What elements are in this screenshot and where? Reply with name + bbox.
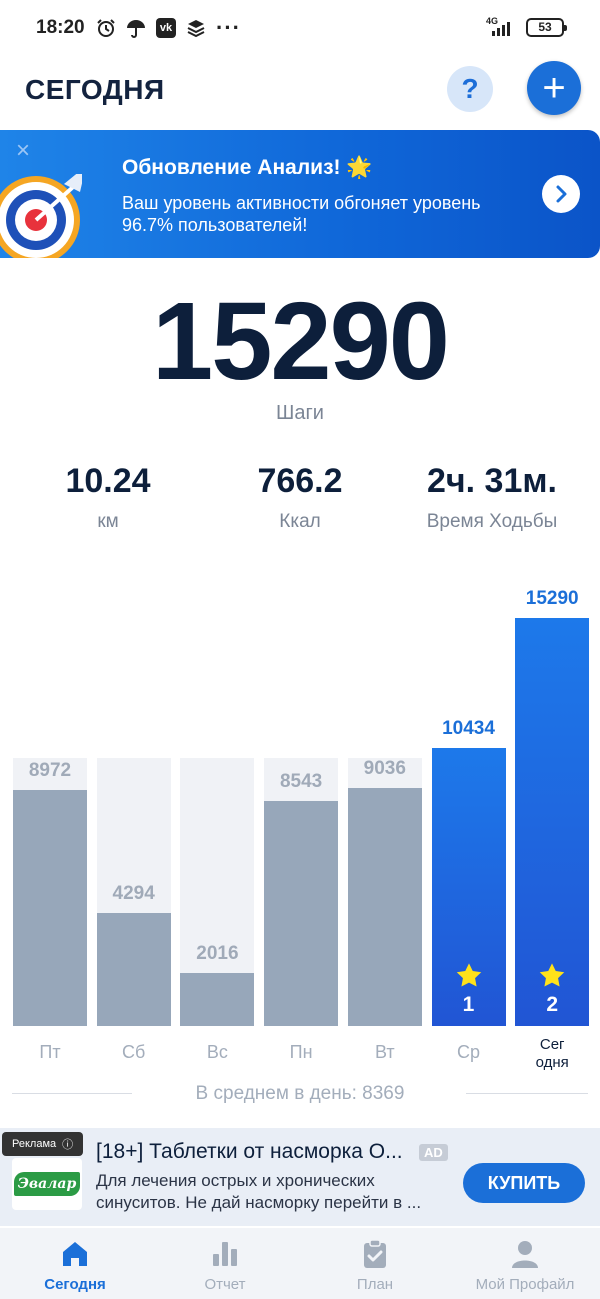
bar-value-label: 15290 bbox=[525, 588, 579, 609]
star-icon bbox=[539, 963, 565, 987]
home-icon bbox=[63, 1242, 87, 1266]
page-title: СЕГОДНЯ bbox=[25, 74, 165, 105]
info-icon[interactable]: ⓘ bbox=[62, 1136, 73, 1152]
distance-value: 10.24 bbox=[65, 462, 151, 500]
bar-column[interactable]: 15290 2 Сег одня bbox=[515, 580, 590, 1080]
day-label: Сег одня bbox=[535, 1036, 569, 1071]
walking-time-unit: Время Ходьбы bbox=[426, 511, 558, 532]
distance-unit: км bbox=[97, 511, 119, 532]
bar-column[interactable]: 10434 1 Ср bbox=[431, 580, 506, 1080]
bar-column[interactable]: 8972 Пт bbox=[13, 580, 87, 1080]
bar-value-label: 9036 bbox=[363, 758, 406, 779]
steps-bar-chart: 8972 Пт 4294 Сб 2016 Вс 8543 Пн 9036 Вт 10434 1 Ср 15… bbox=[0, 580, 600, 1080]
bar-column[interactable]: 4294 Сб bbox=[96, 580, 171, 1080]
status-right: 4G 53 bbox=[486, 16, 567, 38]
app-header: СЕГОДНЯ ? + bbox=[0, 56, 600, 126]
signal-icon: 4G bbox=[486, 16, 516, 38]
bar-value-label: 2016 bbox=[196, 943, 239, 964]
day-label: Ср bbox=[456, 1042, 480, 1062]
bar-value-label: 8972 bbox=[28, 760, 72, 781]
target-icon bbox=[0, 174, 82, 258]
bar bbox=[264, 801, 339, 1026]
status-icons: vk ··· bbox=[96, 16, 241, 40]
star-count: 2 bbox=[546, 993, 559, 1016]
help-button[interactable]: ? bbox=[447, 66, 493, 112]
walking-time-metric: 2ч. 31м. Время Ходьбы bbox=[392, 462, 592, 533]
day-label: Вс bbox=[206, 1042, 228, 1062]
bar-column[interactable]: 9036 Вт bbox=[347, 580, 422, 1080]
ad-description: Для лечения острых и хронических синусит… bbox=[96, 1171, 422, 1212]
day-label: Сб bbox=[122, 1042, 146, 1062]
ad-label: Реклама ⓘ bbox=[2, 1132, 84, 1156]
bar-value-label: 4294 bbox=[112, 883, 155, 904]
distance-metric: 10.24 км bbox=[8, 462, 208, 533]
banner-title: Обновление Анализ! 🌟 bbox=[122, 156, 373, 179]
ad-title[interactable]: [18+] Таблетки от насморка О... bbox=[96, 1140, 403, 1164]
chevron-right-icon[interactable] bbox=[542, 175, 580, 213]
bar-value-label: 10434 bbox=[442, 718, 495, 739]
analysis-banner[interactable]: × Обновление Анализ! 🌟 Ваш уровень актив… bbox=[0, 130, 600, 258]
nav-label: План bbox=[356, 1276, 394, 1293]
bar-chart-icon bbox=[213, 1242, 237, 1266]
walking-time-value: 2ч. 31м. bbox=[427, 462, 557, 500]
alarm-icon bbox=[96, 18, 116, 38]
day-label: Пн bbox=[289, 1042, 313, 1062]
profile-icon bbox=[512, 1241, 538, 1268]
calories-value: 766.2 bbox=[257, 462, 343, 500]
nav-label: Мой Профайл bbox=[475, 1276, 575, 1293]
banner-text: Ваш уровень активности обгоняет уровень … bbox=[122, 193, 481, 235]
status-bar: 18:20 vk ··· 4G 53 bbox=[0, 0, 600, 56]
clipboard-icon bbox=[364, 1239, 386, 1268]
nav-report[interactable]: Отчет bbox=[150, 1228, 300, 1299]
ad-tag: AD bbox=[419, 1144, 448, 1161]
bar bbox=[180, 973, 255, 1026]
bar bbox=[347, 788, 422, 1026]
day-label: Вт bbox=[374, 1042, 395, 1062]
day-label: Пт bbox=[39, 1042, 61, 1062]
bar-column[interactable]: 8543 Пн bbox=[264, 580, 339, 1080]
star-badge: 1 bbox=[432, 962, 506, 1017]
steps-label: Шаги bbox=[276, 402, 324, 424]
nav-label: Сегодня bbox=[44, 1276, 106, 1293]
umbrella-icon bbox=[126, 18, 146, 38]
star-count: 1 bbox=[462, 993, 475, 1016]
vk-icon: vk bbox=[156, 18, 176, 38]
calories-unit: Ккал bbox=[279, 511, 321, 532]
bar-column[interactable]: 2016 Вс bbox=[180, 580, 255, 1080]
close-icon[interactable]: × bbox=[12, 139, 34, 163]
nav-profile[interactable]: Мой Профайл bbox=[450, 1228, 600, 1299]
star-badge: 2 bbox=[515, 962, 589, 1017]
nav-plan[interactable]: План bbox=[300, 1228, 450, 1299]
bottom-nav: Сегодня Отчет План Мой Профайл bbox=[0, 1228, 600, 1299]
bar bbox=[96, 913, 171, 1026]
more-dots-icon: ··· bbox=[216, 15, 241, 40]
layers-icon bbox=[186, 18, 206, 38]
buy-button[interactable]: КУПИТЬ bbox=[463, 1163, 585, 1203]
bar bbox=[13, 790, 87, 1026]
calories-metric: 766.2 Ккал bbox=[200, 462, 400, 533]
battery-icon: 53 bbox=[526, 17, 567, 37]
nav-today[interactable]: Сегодня bbox=[0, 1228, 150, 1299]
steps-value: 15290 bbox=[152, 280, 450, 403]
bar-value-label: 8543 bbox=[279, 771, 323, 792]
ad-banner[interactable]: Реклама ⓘ Эвалар [18+] Таблетки от насмо… bbox=[0, 1128, 600, 1226]
star-icon bbox=[456, 963, 481, 987]
nav-label: Отчет bbox=[204, 1276, 246, 1293]
ad-logo: Эвалар bbox=[12, 1158, 82, 1210]
daily-average: В среднем в день: 8369 bbox=[195, 1083, 405, 1104]
add-button[interactable]: + bbox=[527, 61, 581, 115]
status-time: 18:20 bbox=[36, 17, 85, 38]
